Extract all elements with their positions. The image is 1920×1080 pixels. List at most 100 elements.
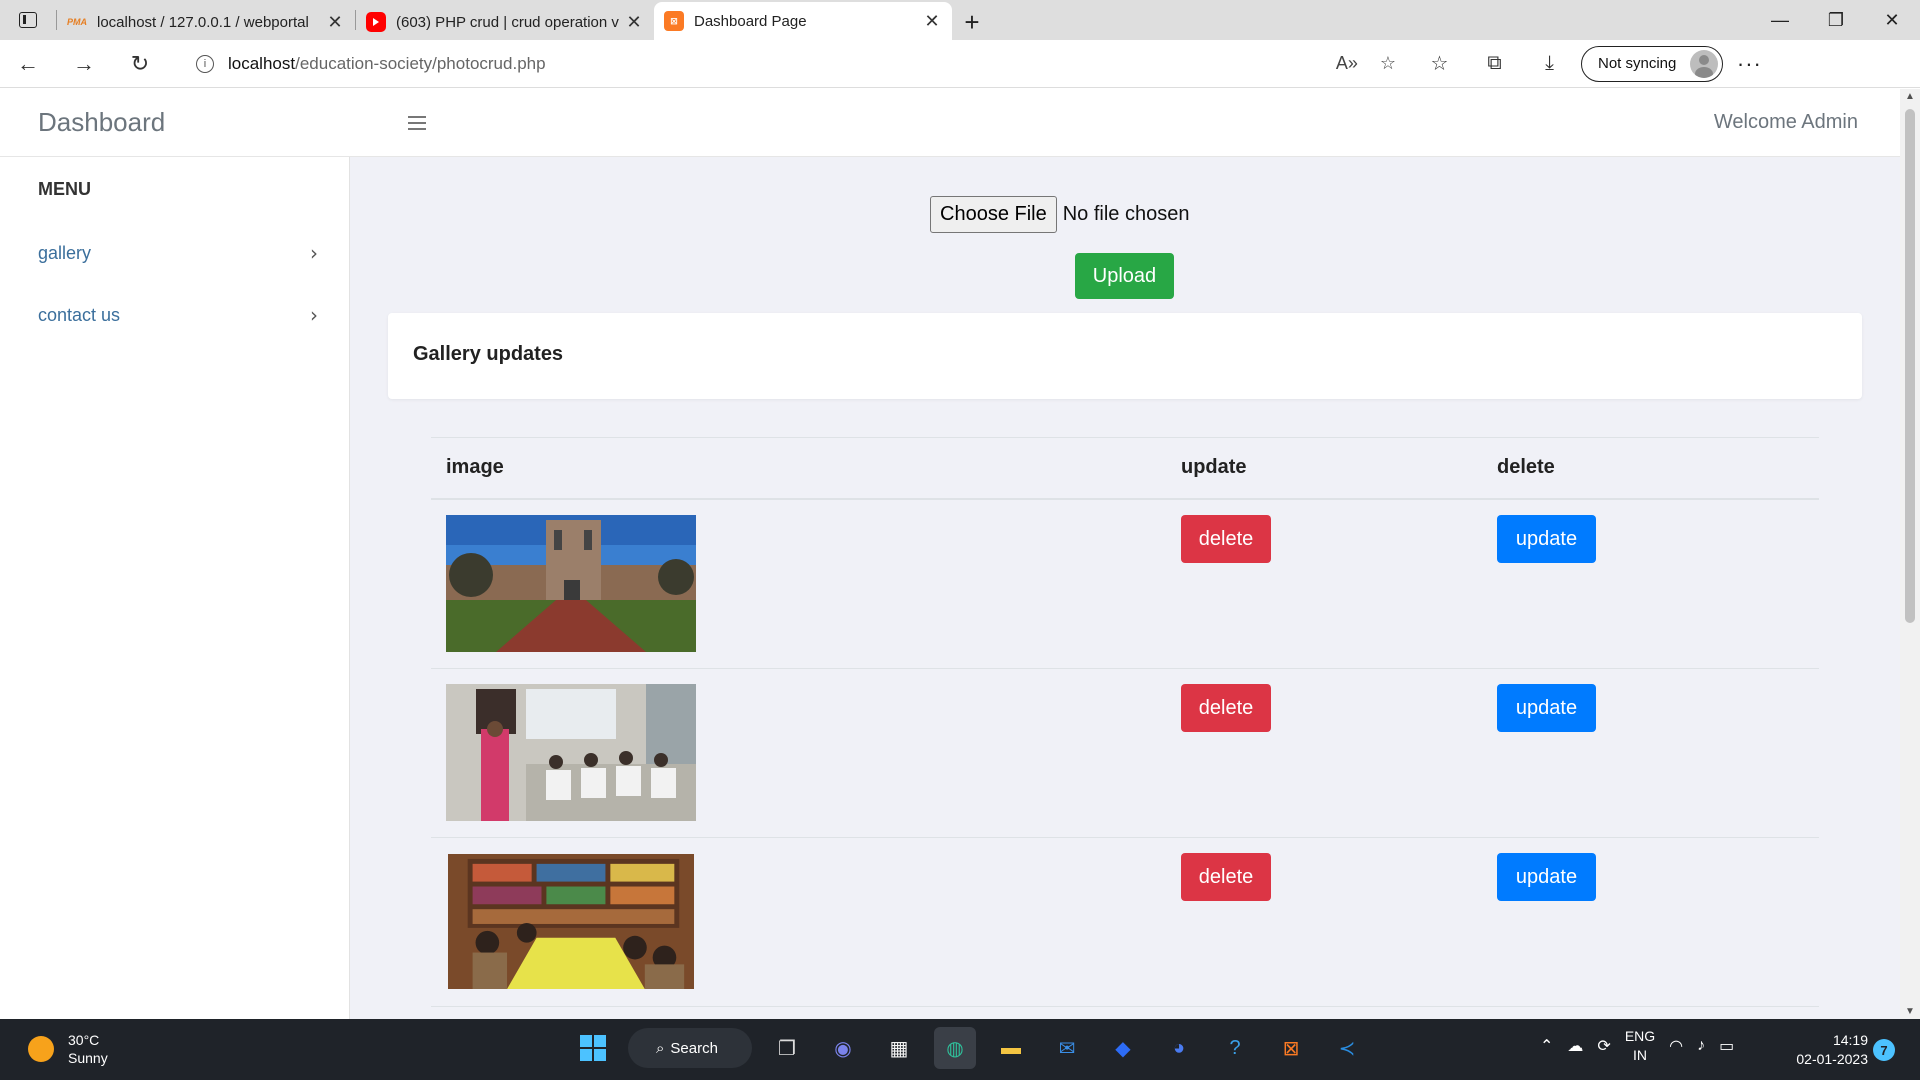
teams-chat-icon[interactable]: ◉: [822, 1027, 864, 1069]
more-options-icon[interactable]: ···: [1723, 51, 1775, 77]
profile-label: Not syncing: [1598, 55, 1677, 72]
xampp-icon: ⊠: [664, 11, 684, 31]
url-host: localhost: [228, 53, 296, 73]
library-image: [448, 854, 694, 989]
welcome-text: Welcome Admin: [1713, 111, 1858, 133]
update-button[interactable]: update: [1497, 515, 1596, 563]
table-row: delete update: [431, 838, 1819, 1007]
gallery-title: Gallery updates: [413, 343, 564, 365]
upload-button[interactable]: Upload: [1075, 253, 1174, 299]
sidebar-item-gallery[interactable]: gallery ›: [38, 241, 318, 265]
info-icon[interactable]: i: [196, 54, 214, 73]
notification-badge[interactable]: 7: [1873, 1039, 1895, 1061]
menu-heading: MENU: [38, 179, 91, 199]
update-button[interactable]: update: [1497, 853, 1596, 901]
browser-tab-dashboard[interactable]: ⊠ Dashboard Page ✕: [654, 2, 952, 40]
back-button[interactable]: ←: [0, 40, 56, 88]
time: 14:19: [1832, 1032, 1868, 1048]
sidebar: MENU gallery › contact us ›: [0, 157, 350, 1019]
tab-title: Dashboard Page: [694, 12, 807, 30]
close-icon[interactable]: ✕: [922, 11, 942, 32]
gallery-card: Gallery updates: [388, 313, 1862, 399]
tab-actions-icon: [19, 12, 37, 28]
avatar: [1690, 49, 1719, 78]
tab-title: (603) PHP crud | crud operation v: [396, 13, 619, 31]
scroll-up-icon[interactable]: ▲: [1900, 91, 1920, 102]
brand-title[interactable]: Dashboard: [0, 107, 350, 138]
youtube-icon: [366, 12, 386, 32]
search-icon: ⌕: [656, 1039, 665, 1057]
wifi-icon[interactable]: ◠: [1669, 1036, 1683, 1056]
sync-icon[interactable]: ⟳: [1597, 1036, 1610, 1056]
help-icon[interactable]: ?: [1214, 1027, 1256, 1069]
reload-button[interactable]: ↻: [112, 40, 168, 88]
column-header-image: image: [446, 456, 504, 478]
taskbar-search[interactable]: ⌕ Search: [628, 1028, 752, 1068]
weather-condition: Sunny: [68, 1050, 108, 1066]
language-indicator[interactable]: ENG IN: [1625, 1027, 1655, 1065]
tab-actions-button[interactable]: [0, 0, 56, 40]
restore-button[interactable]: ❐: [1808, 0, 1864, 40]
start-button[interactable]: [572, 1027, 614, 1069]
add-favorite-icon[interactable]: ☆: [1380, 53, 1396, 74]
xampp-taskbar-icon[interactable]: ⊠: [1270, 1027, 1312, 1069]
file-input[interactable]: Choose File No file chosen: [930, 196, 1189, 233]
delete-button[interactable]: delete: [1181, 853, 1271, 901]
page-scrollbar[interactable]: ▲ ▼: [1900, 89, 1920, 1019]
store-icon[interactable]: ▦: [878, 1027, 920, 1069]
sidebar-item-label: gallery: [38, 242, 92, 263]
onedrive-icon[interactable]: ☁: [1567, 1036, 1583, 1056]
browser-tab-phpmyadmin[interactable]: PMA localhost / 127.0.0.1 / webportal ✕: [57, 4, 355, 40]
classroom-image: [446, 684, 696, 821]
sidebar-item-contact-us[interactable]: contact us ›: [38, 303, 318, 327]
show-hidden-icons-icon[interactable]: ⌃: [1540, 1036, 1553, 1056]
favorites-icon[interactable]: ☆: [1412, 51, 1467, 76]
chevron-right-icon: ›: [310, 241, 318, 265]
phpmyadmin-icon: PMA: [67, 17, 87, 27]
scroll-down-icon[interactable]: ▼: [1900, 1006, 1920, 1017]
task-view-icon[interactable]: ❐: [766, 1027, 808, 1069]
address-bar[interactable]: i localhost /education-society/photocrud…: [180, 44, 1412, 83]
browser-toolbar: ← → ↻ i localhost /education-society/pho…: [0, 40, 1920, 88]
profile-button[interactable]: Not syncing: [1581, 45, 1724, 82]
close-icon[interactable]: ✕: [624, 12, 644, 33]
browser-tab-strip: PMA localhost / 127.0.0.1 / webportal ✕ …: [0, 0, 1920, 40]
scrollbar-thumb[interactable]: [1905, 109, 1915, 623]
browser-tab-youtube[interactable]: (603) PHP crud | crud operation v ✕: [356, 4, 654, 40]
new-tab-button[interactable]: +: [952, 4, 992, 40]
clock[interactable]: 14:19 02-01-2023: [1790, 1031, 1868, 1069]
edge-browser-icon[interactable]: ◍: [934, 1027, 976, 1069]
delete-button[interactable]: delete: [1181, 684, 1271, 732]
choose-file-button[interactable]: Choose File: [930, 196, 1057, 233]
sun-icon: [28, 1036, 54, 1062]
forward-button[interactable]: →: [56, 40, 112, 88]
close-window-button[interactable]: ✕: [1864, 0, 1920, 40]
vscode-icon[interactable]: ≺: [1326, 1027, 1368, 1069]
tab-title: localhost / 127.0.0.1 / webportal: [97, 13, 309, 31]
url-path: /education-society/photocrud.php: [295, 53, 546, 73]
hamburger-menu-icon[interactable]: [408, 115, 426, 130]
column-header-delete: delete: [1497, 456, 1555, 478]
file-status-text: No file chosen: [1062, 203, 1190, 225]
firefox-icon[interactable]: ◕: [1158, 1027, 1200, 1069]
delete-button[interactable]: delete: [1181, 515, 1271, 563]
chevron-right-icon: ›: [310, 303, 318, 327]
weather-widget[interactable]: 30°C Sunny: [28, 1031, 108, 1067]
downloads-icon[interactable]: ⤓: [1522, 51, 1577, 76]
toolbar-icons: ☆ ⧉ ⤓: [1412, 51, 1577, 76]
read-aloud-icon[interactable]: A»: [1336, 53, 1358, 74]
battery-icon[interactable]: ▭: [1719, 1036, 1734, 1056]
dropbox-icon[interactable]: ◆: [1102, 1027, 1144, 1069]
main-content: Choose File No file chosen Upload Galler…: [351, 157, 1900, 1019]
collections-icon[interactable]: ⧉: [1467, 51, 1522, 76]
volume-icon[interactable]: ♪: [1697, 1037, 1705, 1055]
table-row: delete update: [431, 500, 1819, 669]
gallery-table: image update delete delete update delete…: [431, 437, 1819, 1007]
window-controls: — ❐ ✕: [1752, 0, 1920, 40]
minimize-button[interactable]: —: [1752, 0, 1808, 40]
mail-icon[interactable]: ✉: [1046, 1027, 1088, 1069]
update-button[interactable]: update: [1497, 684, 1596, 732]
file-explorer-icon[interactable]: ▬: [990, 1027, 1032, 1069]
close-icon[interactable]: ✕: [325, 12, 345, 33]
page-viewport: Dashboard Welcome Admin MENU gallery › c…: [0, 89, 1920, 1019]
